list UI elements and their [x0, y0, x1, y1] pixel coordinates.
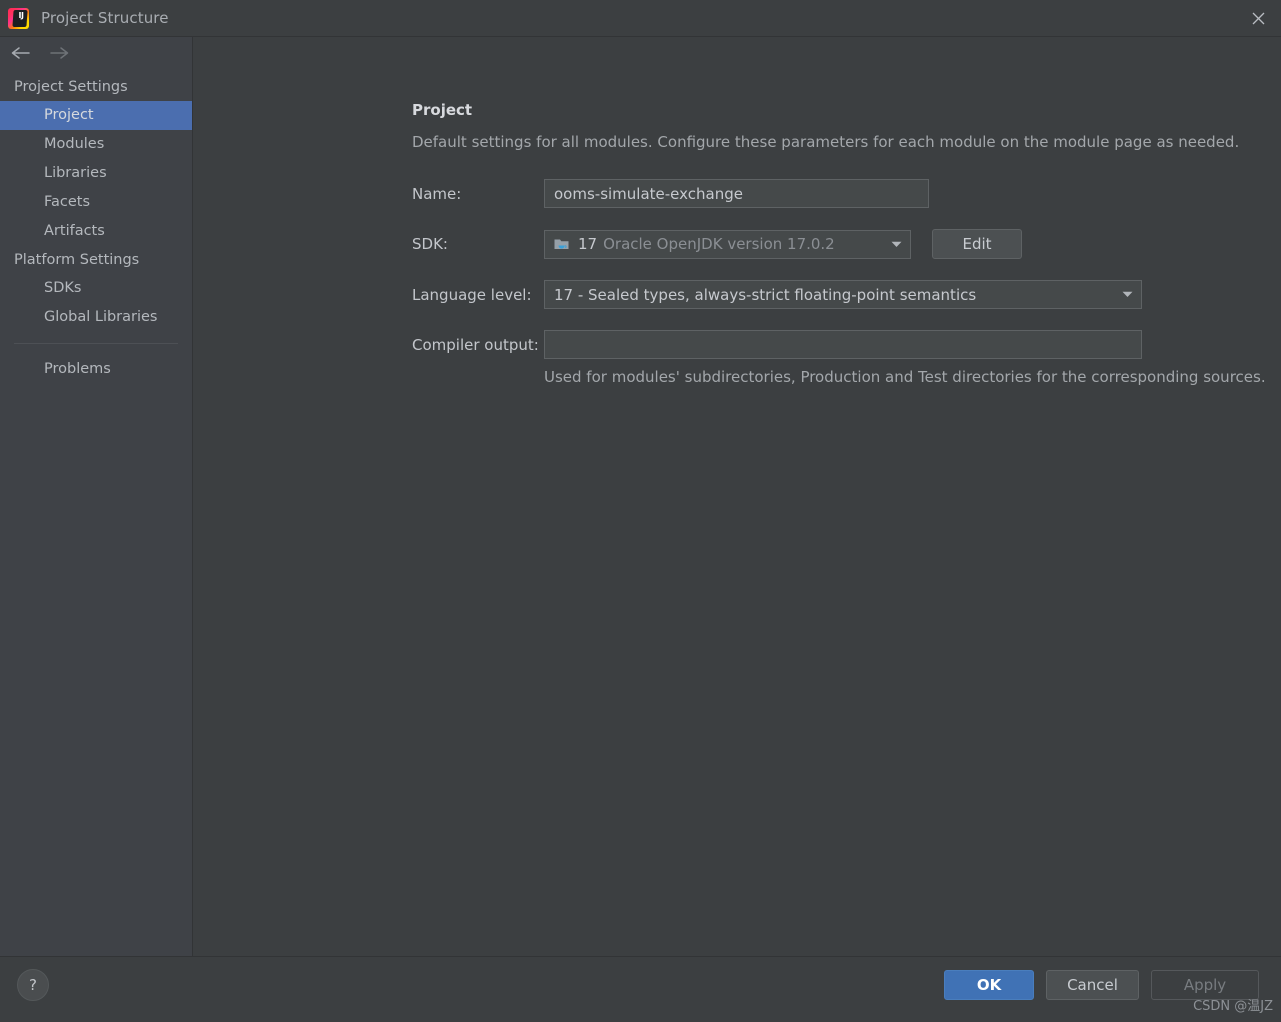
edit-sdk-button[interactable]: Edit	[932, 229, 1022, 259]
sidebar-group-project-settings: Project Settings	[14, 79, 128, 95]
settings-sidebar: Project Settings Project Modules Librari…	[0, 37, 193, 956]
name-input[interactable]: ooms-simulate-exchange	[544, 179, 929, 208]
cancel-button[interactable]: Cancel	[1046, 970, 1139, 1000]
sidebar-item-artifacts[interactable]: Artifacts	[0, 217, 192, 246]
help-button[interactable]: ?	[17, 969, 49, 1001]
chevron-down-icon	[891, 241, 902, 247]
language-level-label: Language level:	[412, 285, 532, 304]
sidebar-item-list: Project Settings Project Modules Librari…	[0, 69, 192, 384]
ok-button[interactable]: OK	[944, 970, 1034, 1000]
dialog-body: Project Settings Project Modules Librari…	[0, 37, 1281, 956]
dialog-titlebar: Project Structure	[0, 0, 1281, 37]
close-icon-glyph	[1252, 12, 1264, 24]
close-icon[interactable]	[1235, 0, 1281, 36]
java-sdk-folder-icon	[554, 237, 571, 252]
language-level-value: 17 - Sealed types, always-strict floatin…	[554, 285, 977, 304]
language-level-dropdown[interactable]: 17 - Sealed types, always-strict floatin…	[544, 280, 1142, 309]
compiler-output-input[interactable]	[544, 330, 1142, 359]
sdk-version-text: 17 Oracle OpenJDK version 17.0.2	[578, 235, 835, 253]
page-subtitle: Default settings for all modules. Config…	[412, 133, 1240, 151]
compiler-output-hint: Used for modules' subdirectories, Produc…	[544, 368, 1266, 386]
sidebar-item-modules[interactable]: Modules	[0, 130, 192, 159]
apply-button: Apply	[1151, 970, 1259, 1000]
project-structure-dialog: Project Structure Project Settings Proj	[0, 0, 1281, 1013]
dialog-title: Project Structure	[41, 9, 169, 27]
sidebar-group-platform-settings: Platform Settings	[14, 252, 140, 268]
sidebar-item-sdks[interactable]: SDKs	[0, 274, 192, 303]
footer-button-group: OK Cancel Apply	[944, 970, 1259, 1000]
sdk-version-number: 17	[578, 235, 598, 253]
page-title: Project	[412, 101, 473, 119]
sidebar-divider	[14, 343, 178, 344]
sdk-description: Oracle OpenJDK version 17.0.2	[603, 235, 835, 253]
sidebar-item-global-libraries[interactable]: Global Libraries	[0, 303, 192, 332]
sidebar-item-facets[interactable]: Facets	[0, 188, 192, 217]
sdk-row: SDK: 17 Oracle OpenJDK version 17.0.2 Ed…	[412, 229, 1281, 259]
sidebar-item-project[interactable]: Project	[0, 101, 192, 130]
name-row: Name: ooms-simulate-exchange	[412, 179, 1281, 208]
compiler-output-label: Compiler output:	[412, 335, 539, 354]
sidebar-item-problems[interactable]: Problems	[0, 355, 192, 384]
sdk-label: SDK:	[412, 235, 448, 253]
sidebar-navigation-bar	[0, 37, 192, 69]
name-label: Name:	[412, 184, 462, 203]
settings-content-panel: Project Default settings for all modules…	[193, 37, 1281, 956]
intellij-idea-logo-icon	[8, 7, 29, 29]
dialog-footer: ? OK Cancel Apply	[0, 956, 1281, 1013]
arrow-left-icon[interactable]	[10, 45, 32, 61]
sdk-dropdown[interactable]: 17 Oracle OpenJDK version 17.0.2	[544, 229, 911, 259]
sidebar-item-libraries[interactable]: Libraries	[0, 159, 192, 188]
compiler-output-row: Compiler output:	[412, 330, 1281, 359]
language-level-row: Language level: 17 - Sealed types, alway…	[412, 280, 1281, 309]
arrow-right-icon[interactable]	[48, 45, 70, 61]
chevron-down-icon	[1122, 291, 1133, 297]
